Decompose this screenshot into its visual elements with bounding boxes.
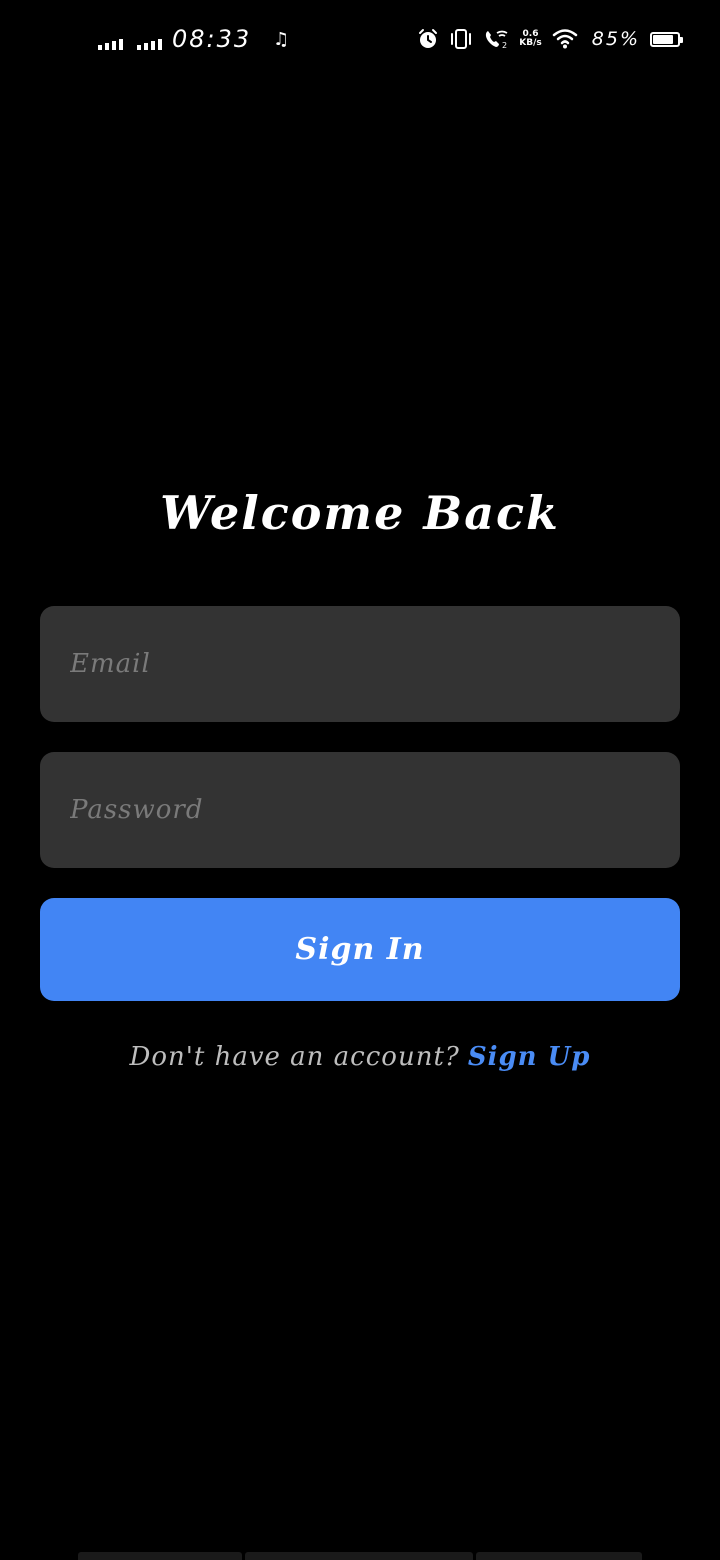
alarm-icon <box>417 28 439 50</box>
signup-prompt: Don't have an account? <box>129 1042 460 1072</box>
login-screen: 08:33 ♫ 2 0.6 KB/s 85% Welcome Back Emai… <box>0 0 720 1560</box>
page-title: Welcome Back <box>160 486 560 540</box>
sign-up-link[interactable]: Sign Up <box>468 1042 591 1072</box>
email-field[interactable] <box>40 606 680 722</box>
battery-icon <box>650 31 683 47</box>
wifi-calling-icon: 2 <box>483 28 509 50</box>
music-icon: ♫ <box>273 28 290 50</box>
signal-icon <box>98 28 123 50</box>
nav-segment <box>78 1552 242 1560</box>
password-field[interactable] <box>40 752 680 868</box>
battery-percent: 85% <box>591 28 640 50</box>
vibrate-icon <box>449 28 473 50</box>
status-bar-left: 08:33 ♫ <box>98 24 289 54</box>
nav-segment <box>476 1552 642 1560</box>
nav-segment <box>245 1552 473 1560</box>
status-time: 08:33 <box>172 25 252 53</box>
sign-in-button[interactable]: Sign In <box>40 898 680 1001</box>
wifi-icon <box>552 28 578 50</box>
net-speed-unit: KB/s <box>519 38 542 48</box>
navigation-bar[interactable] <box>78 1552 642 1560</box>
signup-row: Don't have an account? Sign Up <box>0 1042 720 1072</box>
net-speed: 0.6 KB/s <box>519 30 541 48</box>
svg-text:2: 2 <box>502 41 507 50</box>
signal-icon <box>137 28 162 50</box>
status-bar-right: 2 0.6 KB/s 85% <box>417 24 683 54</box>
status-bar: 08:33 ♫ 2 0.6 KB/s 85% <box>0 0 720 80</box>
battery-level <box>653 34 674 44</box>
